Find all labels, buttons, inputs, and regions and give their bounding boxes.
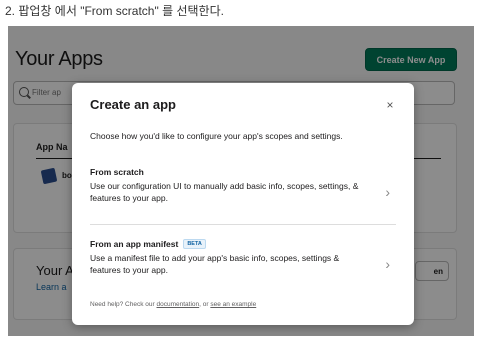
option-title-text: From scratch [90,167,144,177]
option-title: From an app manifest BETA [90,239,398,249]
modal-description: Choose how you'd like to configure your … [90,131,343,141]
help-text: Need help? Check our documentation, or s… [90,301,256,308]
option-title-text: From an app manifest [90,239,179,249]
option-divider [90,224,396,225]
help-middle: , or [199,301,211,308]
help-prefix: Need help? Check our [90,301,157,308]
from-scratch-option[interactable]: From scratch Use our configuration UI to… [90,167,398,223]
create-app-modal: Create an app × Choose how you'd like to… [72,83,414,325]
see-example-link[interactable]: see an example [210,301,256,308]
documentation-link[interactable]: documentation [157,301,200,308]
from-manifest-option[interactable]: From an app manifest BETA Use a manifest… [90,239,398,295]
chevron-right-icon: › [385,256,390,272]
chevron-right-icon: › [385,184,390,200]
beta-badge: BETA [183,239,206,249]
option-description: Use a manifest file to add your app's ba… [90,253,340,275]
page-caption: 2. 팝업창 에서 "From scratch" 를 선택한다. [5,4,224,18]
modal-title: Create an app [90,97,176,112]
close-icon[interactable]: × [383,98,397,112]
option-description: Use our configuration UI to manually add… [90,181,359,203]
slack-api-screenshot: Your Apps Create New App Filter ap App N… [8,26,474,336]
option-title: From scratch [90,167,398,177]
